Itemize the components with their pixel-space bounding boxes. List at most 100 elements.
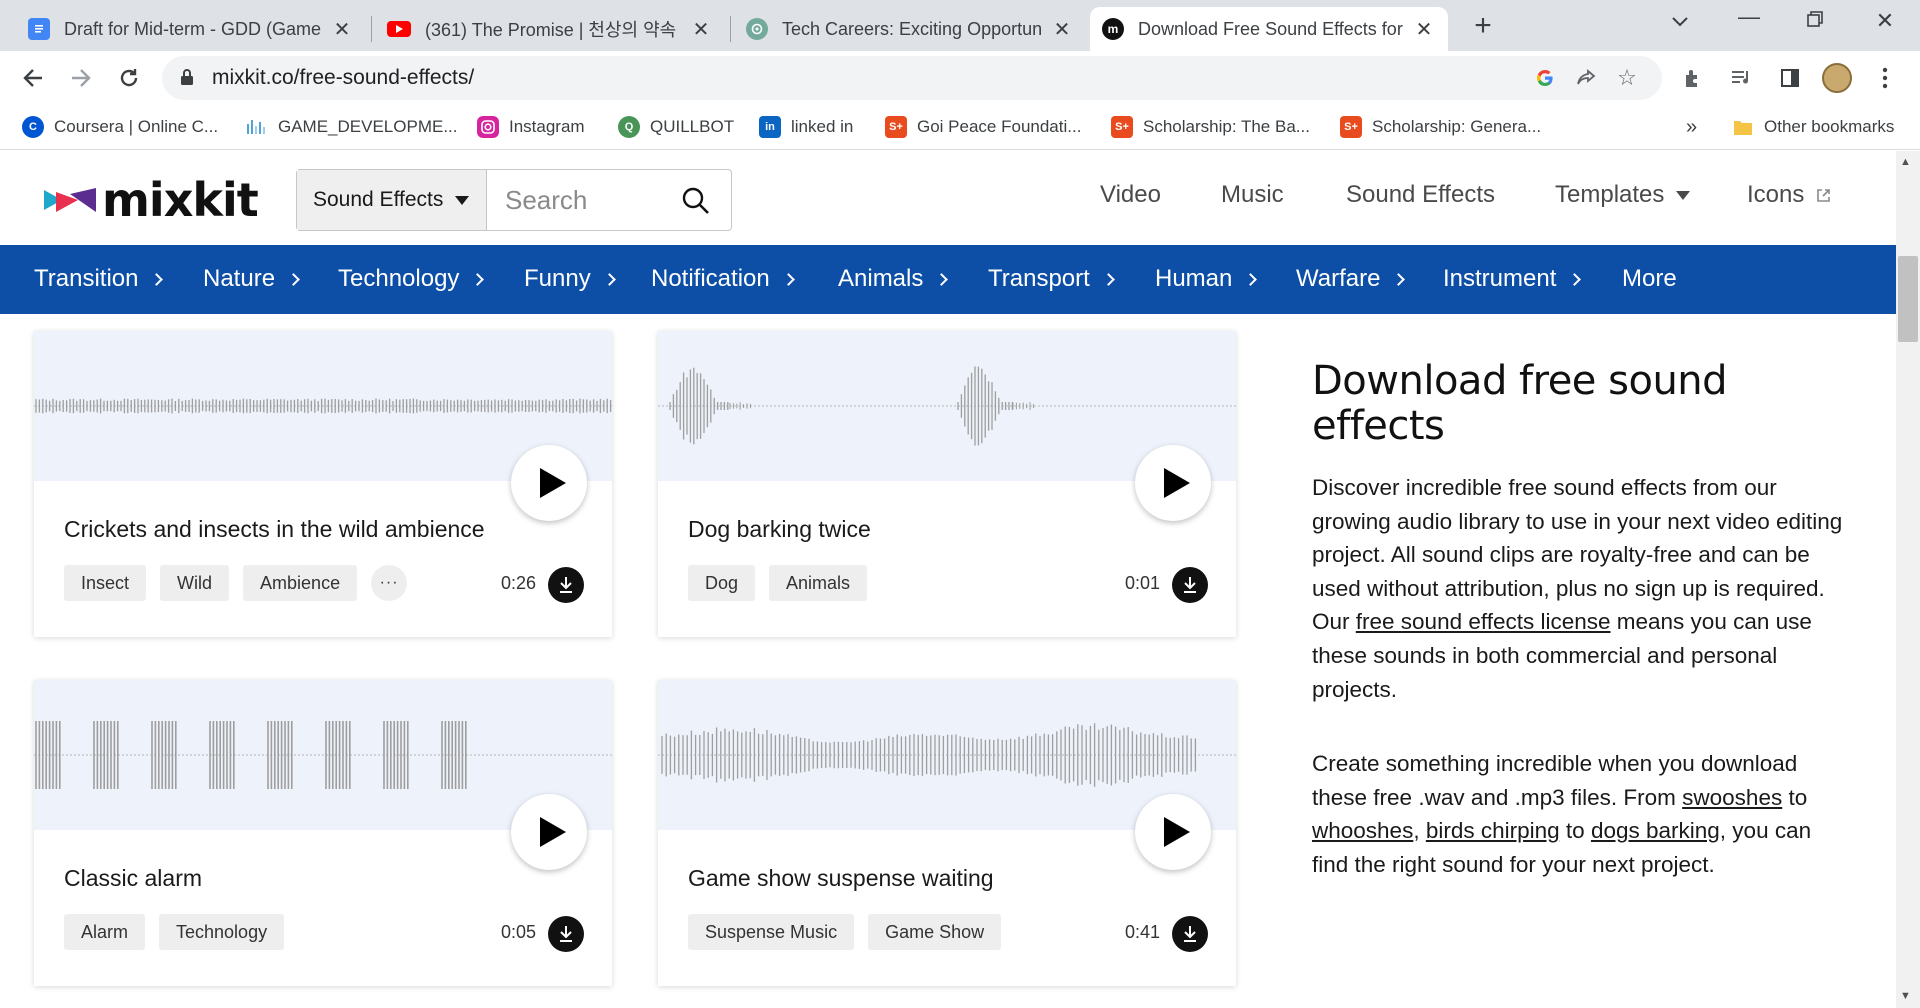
dogs-barking-link[interactable]: dogs barking bbox=[1591, 818, 1720, 843]
download-icon bbox=[1184, 926, 1196, 942]
close-tab-icon[interactable]: ✕ bbox=[1050, 17, 1074, 42]
bookmark-instagram[interactable]: Instagram bbox=[477, 114, 585, 140]
google-icon[interactable] bbox=[1531, 64, 1559, 92]
media-control-icon[interactable] bbox=[1725, 61, 1759, 95]
mixkit-logo[interactable]: mixkit bbox=[44, 173, 259, 227]
category-notification[interactable]: Notification bbox=[651, 265, 795, 293]
category-label: Notification bbox=[651, 265, 770, 292]
reload-button[interactable] bbox=[112, 61, 146, 95]
profile-avatar[interactable] bbox=[1820, 61, 1854, 95]
nav-music[interactable]: Music bbox=[1221, 181, 1284, 209]
back-button[interactable] bbox=[16, 61, 50, 95]
birds-chirping-link[interactable]: birds chirping bbox=[1426, 818, 1560, 843]
category-human[interactable]: Human bbox=[1155, 265, 1258, 293]
tab-gdd-draft[interactable]: Draft for Mid-term - GDD (Game ✕ bbox=[16, 7, 366, 51]
sound-title[interactable]: Dog barking twice bbox=[688, 516, 871, 543]
tag[interactable]: Technology bbox=[159, 914, 285, 950]
play-button[interactable] bbox=[1135, 445, 1211, 521]
scroll-down-arrow[interactable]: ▼ bbox=[1900, 990, 1911, 1002]
close-tab-icon[interactable]: ✕ bbox=[330, 17, 354, 42]
other-bookmarks[interactable]: Other bookmarks bbox=[1732, 114, 1894, 140]
category-animals[interactable]: Animals bbox=[838, 265, 949, 293]
bookmark-linkedin[interactable]: in linked in bbox=[759, 114, 853, 140]
coursera-icon: C bbox=[22, 116, 44, 138]
address-bar[interactable]: mixkit.co/free-sound-effects/ ☆ bbox=[162, 56, 1662, 100]
tag[interactable]: Insect bbox=[64, 565, 147, 601]
play-button[interactable] bbox=[1135, 794, 1211, 870]
search-icon[interactable] bbox=[681, 186, 711, 216]
tag[interactable]: Wild bbox=[160, 565, 230, 601]
bookmark-game-development[interactable]: GAME_DEVELOPME... bbox=[246, 114, 458, 140]
tab-mixkit-active[interactable]: m Download Free Sound Effects for ✕ bbox=[1090, 7, 1448, 51]
category-more[interactable]: More bbox=[1622, 265, 1677, 293]
close-tab-icon[interactable]: ✕ bbox=[689, 17, 713, 42]
category-transport[interactable]: Transport bbox=[988, 265, 1115, 293]
tab-tech-careers[interactable]: Tech Careers: Exciting Opportunit ✕ bbox=[734, 7, 1086, 51]
close-tab-icon[interactable]: ✕ bbox=[1412, 17, 1436, 42]
instagram-icon bbox=[477, 116, 499, 138]
side-panel-icon[interactable] bbox=[1773, 61, 1807, 95]
tab-search-icon[interactable] bbox=[1665, 8, 1695, 34]
tag[interactable]: Alarm bbox=[64, 914, 146, 950]
menu-kebab-icon[interactable] bbox=[1868, 61, 1902, 95]
search-category-select[interactable]: Sound Effects bbox=[297, 170, 487, 230]
duration: 0:01 bbox=[1124, 573, 1160, 593]
new-tab-button[interactable]: + bbox=[1465, 9, 1501, 43]
sound-title[interactable]: Crickets and insects in the wild ambienc… bbox=[64, 516, 485, 543]
play-button[interactable] bbox=[511, 794, 587, 870]
download-button[interactable] bbox=[548, 567, 584, 603]
bookmark-scholarship-genera[interactable]: S+ Scholarship: Genera... bbox=[1340, 114, 1541, 140]
license-link[interactable]: free sound effects license bbox=[1356, 609, 1611, 634]
download-button[interactable] bbox=[1172, 916, 1208, 952]
sound-title[interactable]: Classic alarm bbox=[64, 865, 202, 892]
whooshes-link[interactable]: whooshes bbox=[1312, 818, 1413, 843]
scholarship-icon: S+ bbox=[885, 116, 907, 138]
bookmark-star-icon[interactable]: ☆ bbox=[1613, 64, 1641, 92]
bookmarks-overflow-button[interactable]: » bbox=[1686, 114, 1697, 140]
bookmark-coursera[interactable]: C Coursera | Online C... bbox=[22, 114, 218, 140]
share-icon[interactable] bbox=[1572, 64, 1600, 92]
tag[interactable]: Dog bbox=[688, 565, 756, 601]
chevron-right-icon bbox=[1244, 272, 1258, 286]
nav-icons[interactable]: Icons bbox=[1747, 181, 1831, 209]
category-transition[interactable]: Transition bbox=[34, 265, 164, 293]
download-button[interactable] bbox=[1172, 567, 1208, 603]
close-window-button[interactable]: ✕ bbox=[1870, 8, 1900, 34]
bookmark-label: GAME_DEVELOPME... bbox=[278, 117, 458, 136]
browser-window: Draft for Mid-term - GDD (Game ✕ (361) T… bbox=[0, 0, 1920, 1008]
category-label: Animals bbox=[838, 265, 924, 292]
download-button[interactable] bbox=[548, 916, 584, 952]
tag[interactable]: Ambience bbox=[243, 565, 358, 601]
bookmark-goi-peace[interactable]: S+ Goi Peace Foundati... bbox=[885, 114, 1081, 140]
swooshes-link[interactable]: swooshes bbox=[1682, 785, 1782, 810]
category-technology[interactable]: Technology bbox=[338, 265, 485, 293]
search-input[interactable] bbox=[505, 182, 675, 218]
extensions-icon[interactable] bbox=[1676, 61, 1710, 95]
restore-button[interactable] bbox=[1800, 8, 1830, 34]
tab-youtube[interactable]: (361) The Promise | 천상의 약속 | ✕ bbox=[375, 7, 725, 51]
category-warfare[interactable]: Warfare bbox=[1296, 265, 1406, 293]
scrollbar-thumb[interactable] bbox=[1898, 256, 1918, 342]
category-nature[interactable]: Nature bbox=[203, 265, 300, 293]
bookmark-scholarship-ba[interactable]: S+ Scholarship: The Ba... bbox=[1111, 114, 1310, 140]
bookmark-quillbot[interactable]: Q QUILLBOT bbox=[618, 114, 734, 140]
forward-button[interactable] bbox=[64, 61, 98, 95]
chevron-right-icon bbox=[602, 272, 616, 286]
category-instrument[interactable]: Instrument bbox=[1443, 265, 1582, 293]
sound-card: Crickets and insects in the wild ambienc… bbox=[34, 331, 612, 637]
category-funny[interactable]: Funny bbox=[524, 265, 616, 293]
sound-title[interactable]: Game show suspense waiting bbox=[688, 865, 994, 892]
nav-templates[interactable]: Templates bbox=[1555, 181, 1691, 209]
nav-sound-effects[interactable]: Sound Effects bbox=[1346, 181, 1495, 209]
minimize-button[interactable]: — bbox=[1734, 4, 1764, 30]
tag[interactable]: Game Show bbox=[868, 914, 1002, 950]
nav-video[interactable]: Video bbox=[1100, 181, 1161, 209]
play-button[interactable] bbox=[511, 445, 587, 521]
more-tags-button[interactable]: ··· bbox=[371, 565, 408, 601]
tag[interactable]: Suspense Music bbox=[688, 914, 855, 950]
audio-bars-icon bbox=[246, 116, 268, 138]
tag-list: Insect Wild Ambience ··· bbox=[64, 565, 408, 601]
tag[interactable]: Animals bbox=[769, 565, 868, 601]
scroll-up-arrow[interactable]: ▲ bbox=[1900, 156, 1911, 168]
play-icon bbox=[539, 817, 566, 847]
